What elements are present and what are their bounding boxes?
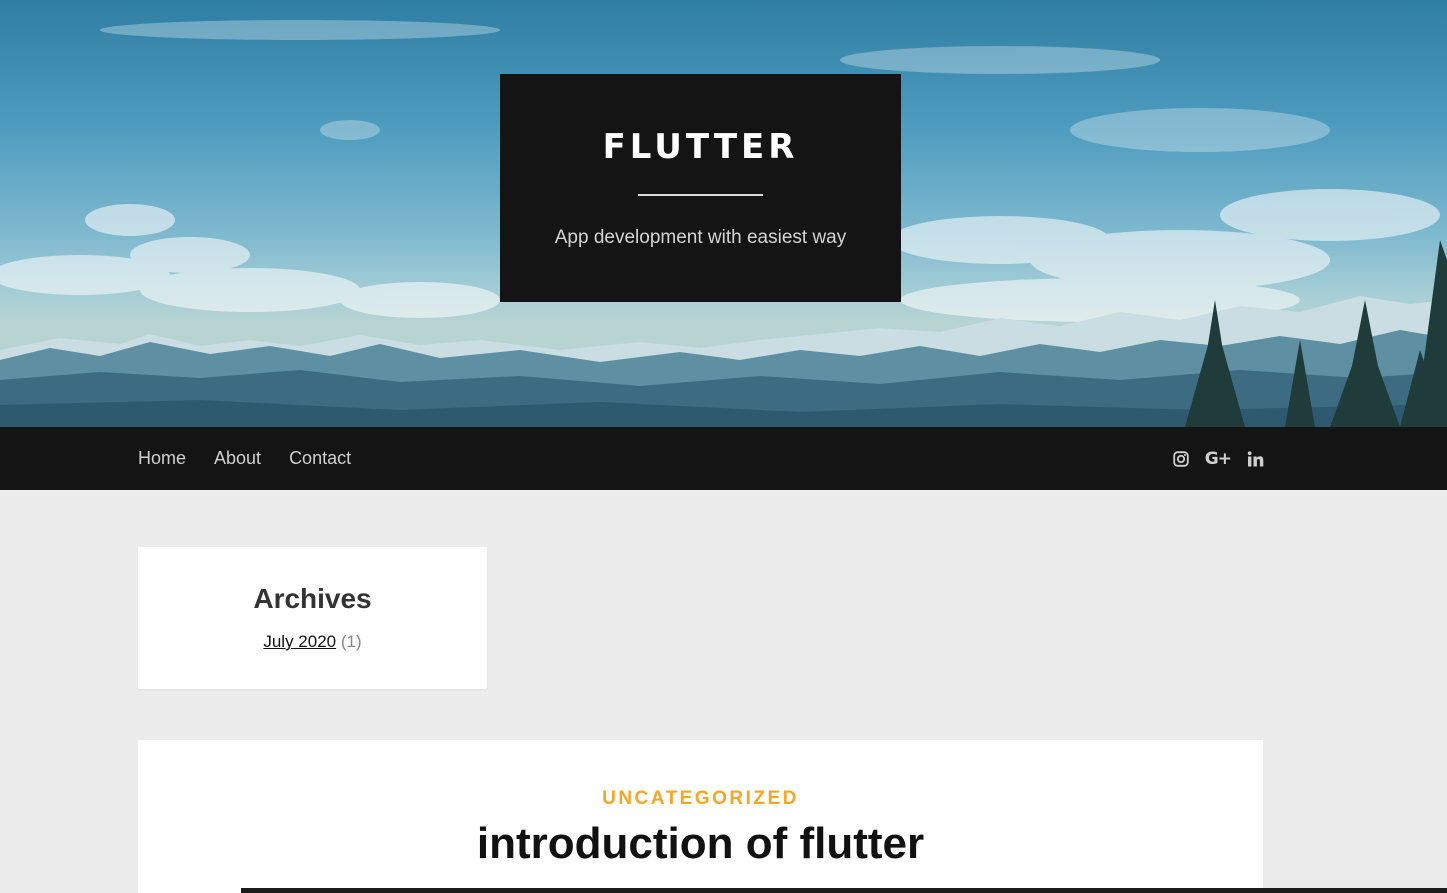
archive-link-july-2020[interactable]: July 2020 <box>263 632 336 651</box>
instagram-icon <box>1173 450 1189 467</box>
nav-item-contact[interactable]: Contact <box>289 448 351 469</box>
site-title[interactable]: FLUTTER <box>500 130 901 164</box>
nav-item-home[interactable]: Home <box>138 448 186 469</box>
post-category-link[interactable]: UNCATEGORIZED <box>138 789 1263 808</box>
header-image: FLUTTER App development with easiest way <box>0 0 1447 427</box>
google-plus-link[interactable]: G+ <box>1204 448 1232 469</box>
widget-title: Archives <box>253 583 372 614</box>
site-branding: FLUTTER App development with easiest way <box>500 74 901 302</box>
post-title[interactable]: introduction of flutter <box>138 822 1263 866</box>
social-links: G+ <box>1157 427 1264 490</box>
post-card: UNCATEGORIZED introduction of flutter <box>138 740 1263 893</box>
title-divider <box>638 194 763 196</box>
archive-post-count: (1) <box>340 632 362 651</box>
archives-widget: Archives July 2020 (1) <box>138 547 487 689</box>
post-featured-image-edge <box>241 888 1447 893</box>
linkedin-icon <box>1247 450 1264 466</box>
nav-menu: Home About Contact <box>138 427 379 490</box>
google-plus-icon: G+ <box>1204 448 1232 469</box>
linkedin-link[interactable] <box>1247 450 1264 467</box>
site-tagline: App development with easiest way <box>554 227 847 248</box>
nav-item-about[interactable]: About <box>214 448 261 469</box>
archive-list-item: July 2020 (1) <box>138 633 487 650</box>
main-navigation: Home About Contact G+ <box>0 427 1447 490</box>
instagram-link[interactable] <box>1173 450 1189 467</box>
